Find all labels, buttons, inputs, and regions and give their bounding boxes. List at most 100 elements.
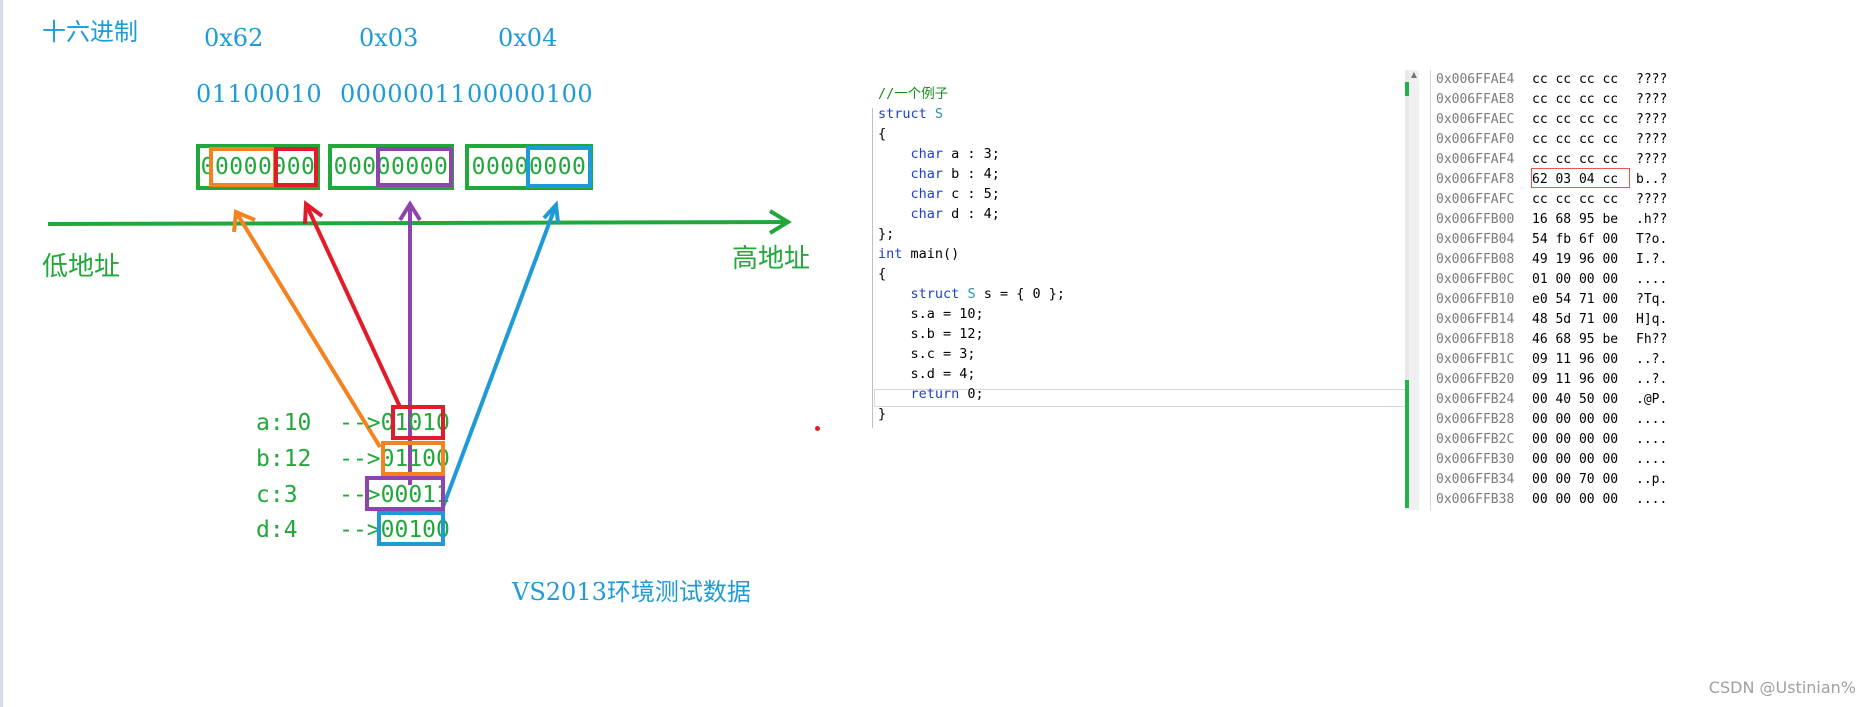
memory-row: 0x006FFB14 48 5d 71 00 H]q. [1436,310,1667,330]
memory-row: 0x006FFAF0 cc cc cc cc???? [1436,130,1667,150]
memory-bytes: 09 11 96 00 [1532,372,1619,387]
memory-address: 0x006FFAFC [1436,192,1515,207]
code-token: d : 4; [943,206,1000,222]
memory-address: 0x006FFB28 [1436,412,1515,427]
code-line: int main() [878,244,959,264]
memory-address: 0x006FFB34 [1436,472,1515,487]
memory-ascii: ???? [1636,132,1668,147]
field-name-d: d:4 [256,517,298,543]
memory-row: 0x006FFAF8 62 03 04 cc b..? [1436,170,1667,190]
code-token: return [910,386,960,402]
field-name-b: b:12 [256,446,312,472]
code-line: s.c = 3; [878,346,976,362]
memory-address: 0x006FFB04 [1436,232,1515,247]
memory-bytes: 00 40 50 00 [1532,392,1619,407]
memory-bytes: 00 00 00 00 [1532,492,1619,507]
code-line: char d : 4; [878,204,1000,224]
code-token: char [910,206,944,222]
watermark: CSDN @Ustinian% [1708,678,1856,697]
memory-row: 0x006FFB20 09 11 96 00..?. [1436,370,1667,390]
memory-bytes: 01 00 00 00 [1532,272,1619,287]
code-line: s.b = 12; [878,326,984,342]
code-token: struct [878,106,927,122]
memory-bytes: cc cc cc cc [1532,132,1619,147]
code-token: 0; [959,386,984,402]
code-line: s.d = 4; [878,366,976,382]
memory-ascii: .... [1636,272,1668,287]
memory-ascii: ..p. [1636,472,1668,487]
memory-bytes: cc cc cc cc [1532,152,1619,167]
memory-ascii: ?Tq. [1636,292,1668,307]
memory-row: 0x006FFAF4 cc cc cc cc???? [1436,150,1667,170]
code-token: S [934,106,944,122]
memory-row: 0x006FFB18 46 68 95 be Fh?? [1436,330,1667,350]
memory-address: 0x006FFB2C [1436,432,1515,447]
memory-row: 0x006FFAEC cc cc cc cc???? [1436,110,1667,130]
code-line: return 0; [878,384,984,404]
caption: VS2013环境测试数据 [512,578,751,606]
memory-address: 0x006FFB24 [1436,392,1515,407]
memory-bytes: cc cc cc cc [1532,92,1619,107]
memory-row: 0x006FFB10 e0 54 71 00 ?Tq. [1436,290,1667,310]
field-c-box [365,476,445,511]
arrow-d-blue [438,200,560,516]
memory-ascii: ???? [1636,152,1668,167]
memory-ascii: ..?. [1636,372,1668,387]
memory-bytes: 48 5d 71 00 [1532,312,1619,327]
memory-ascii: I.?. [1636,252,1668,267]
memory-ascii: ???? [1636,72,1668,87]
memory-ascii: .... [1636,432,1668,447]
memory-ascii: ???? [1636,192,1668,207]
field-name-c: c:3 [256,482,298,508]
memory-address: 0x006FFB30 [1436,452,1515,467]
memory-ascii: .... [1636,492,1668,507]
code-line: char b : 4; [878,164,1000,184]
code-editor: //一个例子 struct S{ char a : 3; char b : 4; … [870,84,1405,434]
memory-address: 0x006FFAE4 [1436,72,1515,87]
memory-row: 0x006FFB28 00 00 00 00.... [1436,410,1667,430]
memory-bytes: 54 fb 6f 00 [1532,232,1619,247]
code-token: char [910,146,944,162]
code-token: s = { 0 }; [975,286,1065,302]
memory-ascii: ???? [1636,92,1668,107]
memory-address: 0x006FFB0C [1436,272,1515,287]
memory-address: 0x006FFB00 [1436,212,1515,227]
field-arrow-d: --> [339,517,381,543]
code-line: { [878,266,887,282]
memory-row: 0x006FFB00 16 68 95 be .h?? [1436,210,1667,230]
memory-bytes: cc cc cc cc [1532,112,1619,127]
memory-row: 0x006FFAE4 cc cc cc cc???? [1436,70,1667,90]
memory-address: 0x006FFAF4 [1436,152,1515,167]
code-token: char [910,186,944,202]
memory-row: 0x006FFB0C 01 00 00 00.... [1436,270,1667,290]
memory-bytes: 00 00 00 00 [1532,432,1619,447]
code-token: c : 5; [943,186,1000,202]
memory-row: 0x006FFB24 00 40 50 00 .@P. [1436,390,1667,410]
memory-bytes: 09 11 96 00 [1532,352,1619,367]
memory-address: 0x006FFB18 [1436,332,1515,347]
field-a-box [391,405,445,440]
code-line: }; [878,226,895,242]
field-arrow-b: --> [339,446,381,472]
memory-bytes: 46 68 95 be [1532,332,1619,347]
code-token: int [878,246,903,262]
memory-address: 0x006FFB20 [1436,372,1515,387]
memory-ascii: .... [1636,452,1668,467]
memory-ascii: ..?. [1636,352,1668,367]
code-line: } [878,406,887,422]
arrow-a-red [303,200,402,408]
memory-row: 0x006FFB30 00 00 00 00.... [1436,450,1667,470]
memory-ascii: H]q. [1636,312,1668,327]
memory-row: 0x006FFB34 00 00 70 00 ..p. [1436,470,1667,490]
code-line: struct S s = { 0 }; [878,284,1065,304]
memory-ascii: b..? [1636,172,1668,187]
red-dot [815,426,820,431]
code-line: { [878,126,887,142]
field-b-box [381,441,445,476]
code-line: //一个例子 [878,86,949,102]
